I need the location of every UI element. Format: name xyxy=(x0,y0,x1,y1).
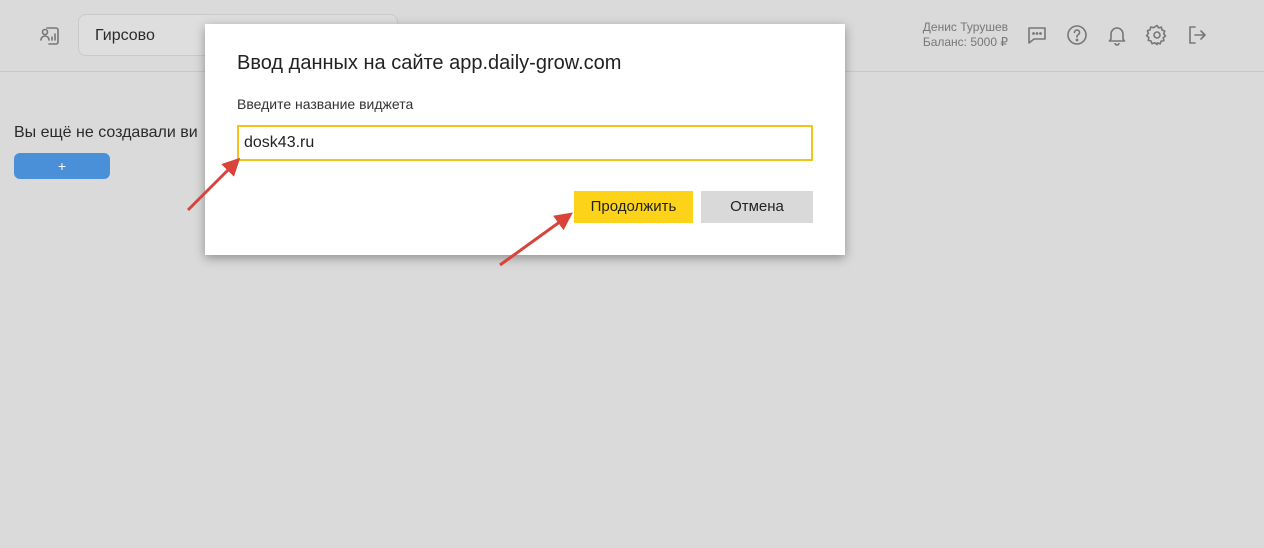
dialog-prompt-label: Введите название виджета xyxy=(237,96,414,112)
dialog-title: Ввод данных на сайте app.daily-grow.com xyxy=(237,52,622,74)
input-dialog: Ввод данных на сайте app.daily-grow.com … xyxy=(205,24,845,255)
notifications-button[interactable] xyxy=(1105,23,1129,47)
chat-button[interactable] xyxy=(1025,23,1049,47)
gear-icon xyxy=(1145,24,1167,46)
project-name: Гирсово xyxy=(95,27,155,44)
chat-icon xyxy=(1028,27,1046,44)
help-button[interactable] xyxy=(1065,23,1089,47)
widget-name-input[interactable] xyxy=(237,125,813,161)
cancel-button[interactable]: Отмена xyxy=(701,191,813,223)
user-info: Денис Турушев Баланс: 5000 ₽ xyxy=(888,20,1008,50)
report-icon xyxy=(40,27,59,45)
help-icon xyxy=(1067,25,1087,45)
logout-icon xyxy=(1189,26,1206,44)
empty-state-text: Вы ещё не создавали ви xyxy=(14,124,198,141)
add-widget-button[interactable]: + xyxy=(14,153,110,179)
settings-button[interactable] xyxy=(1145,23,1169,47)
continue-button[interactable]: Продолжить xyxy=(574,191,693,223)
report-button[interactable] xyxy=(38,24,62,48)
user-name: Денис Турушев xyxy=(922,20,1008,34)
bell-icon xyxy=(1108,27,1126,46)
logout-button[interactable] xyxy=(1185,23,1209,47)
user-balance: Баланс: 5000 ₽ xyxy=(922,35,1008,49)
